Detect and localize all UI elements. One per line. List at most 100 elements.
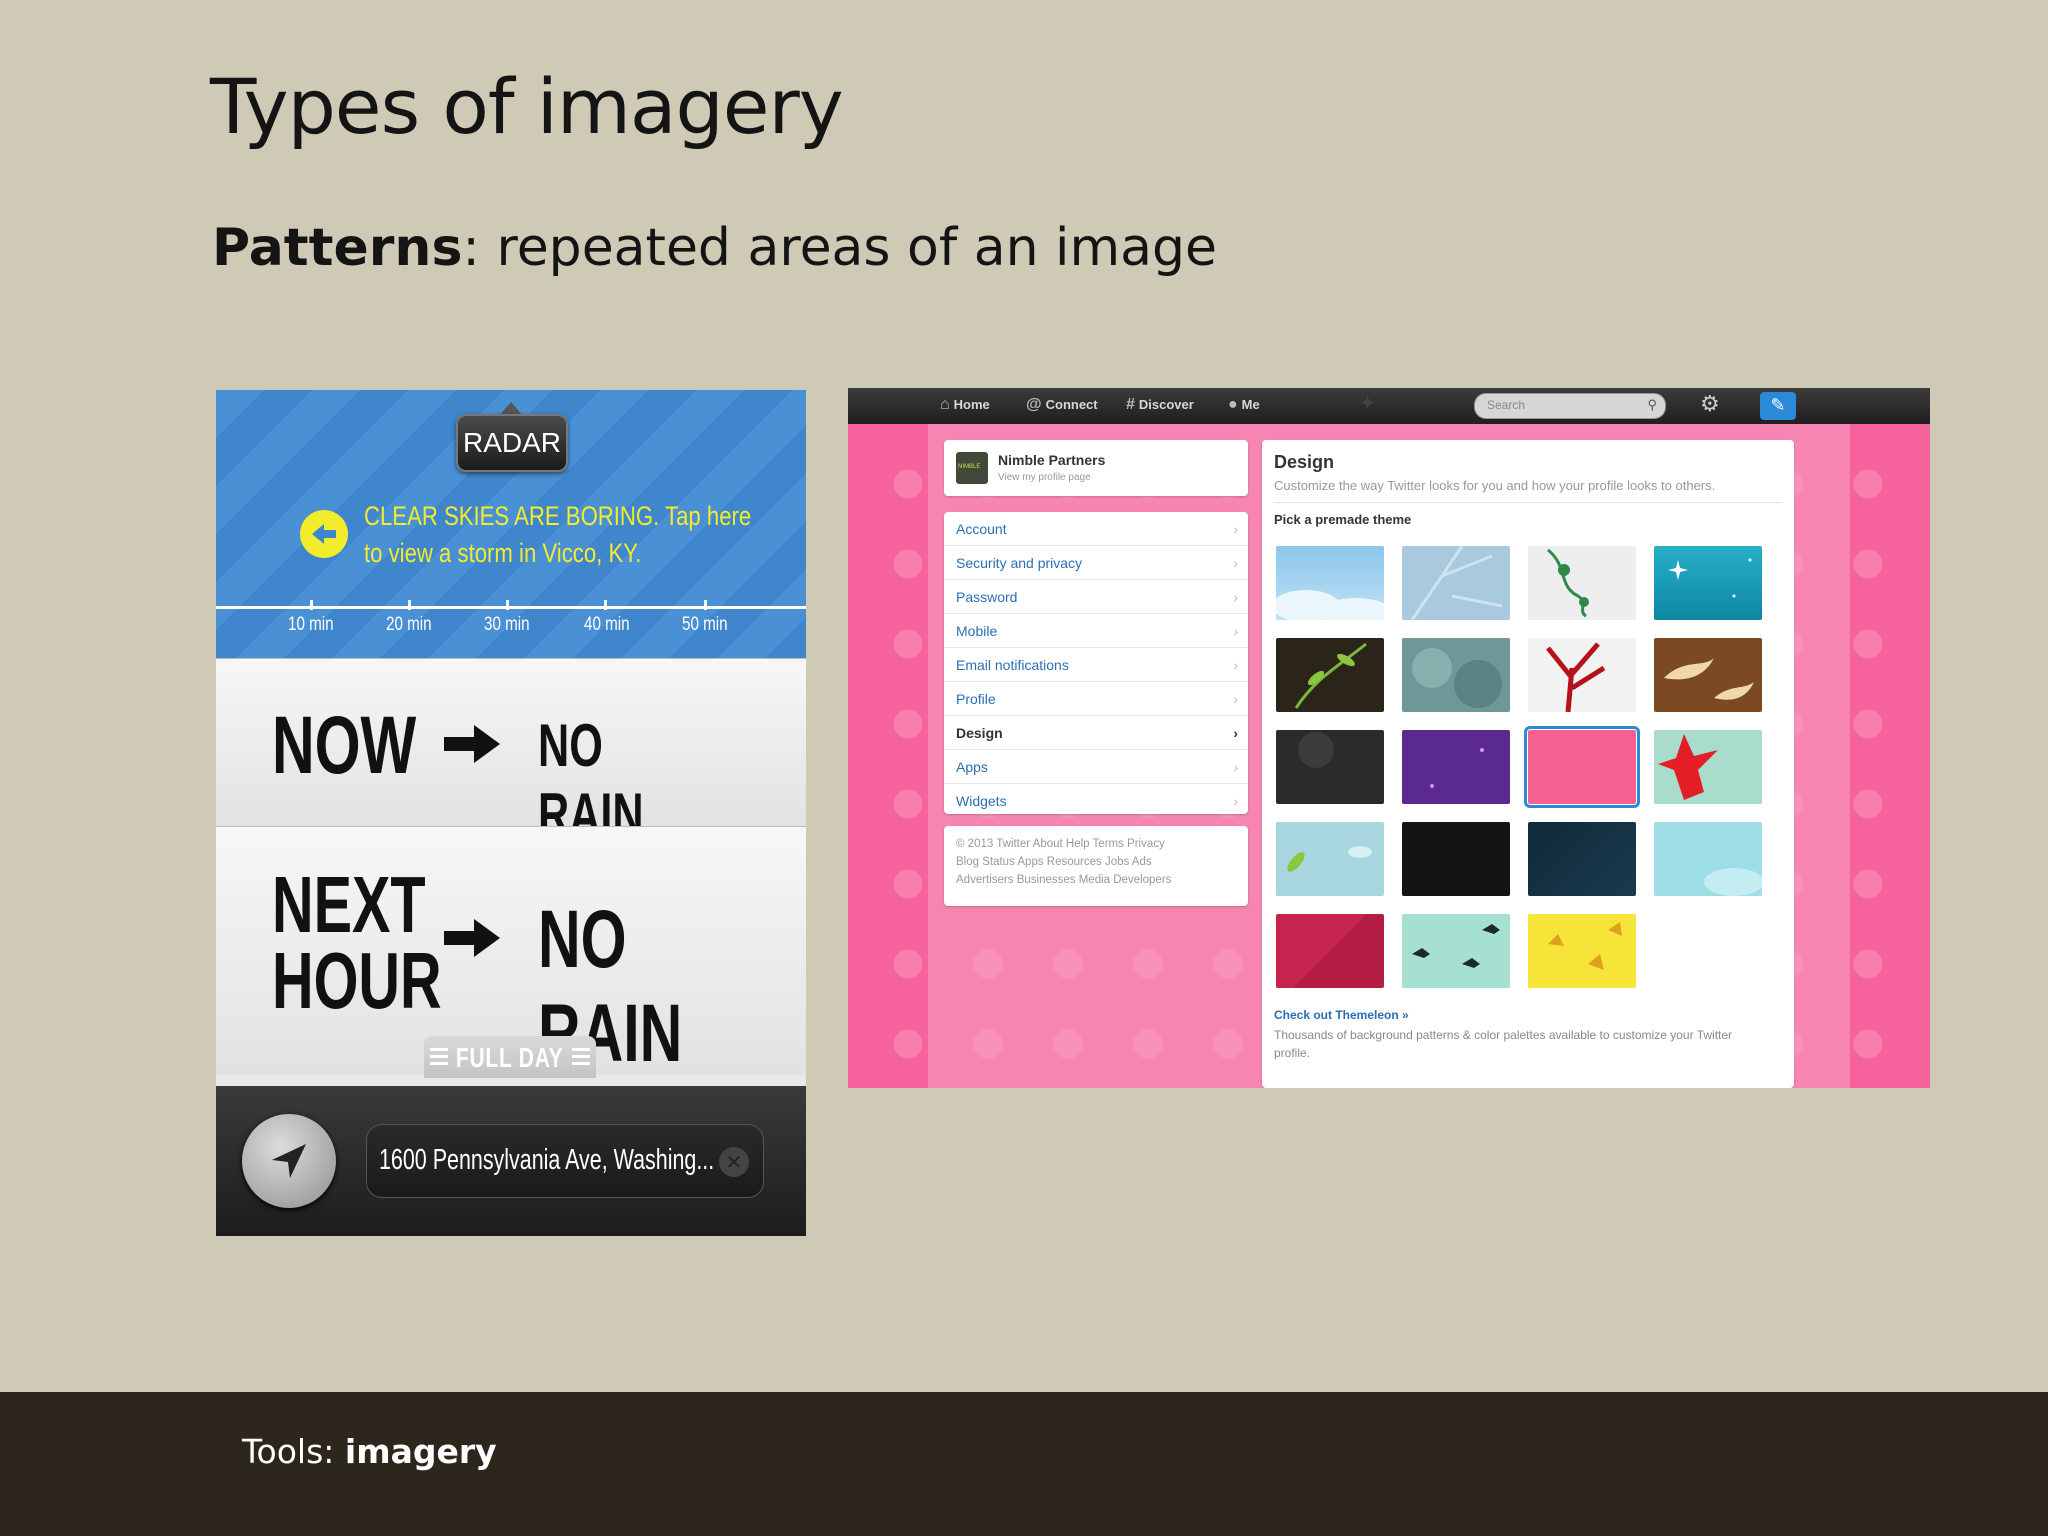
- sparkle-pattern: [1668, 558, 1752, 598]
- theme-swatch-light-clouds[interactable]: [1654, 822, 1762, 896]
- theme-swatch-navy[interactable]: [1528, 822, 1636, 896]
- theme-swatch-foliage[interactable]: [1402, 638, 1510, 712]
- location-button[interactable]: [242, 1114, 336, 1208]
- vine-pattern: [1547, 548, 1589, 618]
- radar-message[interactable]: CLEAR SKIES ARE BORING. Tap here to view…: [364, 498, 774, 572]
- footer-bold: imagery: [344, 1432, 497, 1471]
- radar-button[interactable]: RADAR: [456, 414, 568, 472]
- theme-swatch-black-dots[interactable]: [1402, 822, 1510, 896]
- gear-icon[interactable]: ⚙: [1700, 392, 1720, 417]
- foliage-pattern: [1412, 648, 1502, 708]
- menu-item-password[interactable]: Password ›: [944, 580, 1248, 614]
- nav-home[interactable]: ⌂ Home: [940, 396, 990, 414]
- menu-item-label: Apps: [956, 759, 988, 775]
- nav-connect-label: Connect: [1045, 397, 1098, 412]
- divider: [1274, 502, 1782, 503]
- purple-pattern: [1430, 748, 1484, 788]
- avatar: NIMBLE: [956, 452, 988, 484]
- theme-swatch-purple[interactable]: [1402, 730, 1510, 804]
- menu-item-label: Password: [956, 589, 1018, 605]
- yellow-leaf-pattern: [1548, 922, 1622, 970]
- theme-swatch-dark[interactable]: [1276, 730, 1384, 804]
- hour-label-line: HOUR: [272, 936, 442, 1025]
- footer-prefix: Tools:: [242, 1432, 345, 1471]
- design-description: Customize the way Twitter looks for you …: [1274, 478, 1716, 493]
- theme-swatch-sparkle[interactable]: [1654, 546, 1762, 620]
- next-hour-label: NEXT HOUR: [272, 865, 442, 1021]
- menu-item-label: Account: [956, 521, 1007, 537]
- footer-links-line[interactable]: Advertisers Businesses Media Developers: [956, 874, 1171, 886]
- radar-timeline[interactable]: [216, 606, 806, 609]
- theme-swatch-clouds[interactable]: [1276, 546, 1384, 620]
- footer-links-line[interactable]: Blog Status Apps Resources Jobs Ads: [956, 856, 1152, 868]
- theme-swatch-tree[interactable]: [1402, 546, 1510, 620]
- theme-swatch-vine[interactable]: [1528, 546, 1636, 620]
- right-arrow-icon: [444, 919, 500, 957]
- clear-icon[interactable]: ✕: [719, 1147, 749, 1177]
- menu-item-security[interactable]: Security and privacy ›: [944, 546, 1248, 580]
- menu-item-widgets[interactable]: Widgets ›: [944, 784, 1248, 817]
- nav-connect[interactable]: @ Connect: [1026, 396, 1098, 414]
- twitter-top-nav: ⌂ Home @ Connect # Discover ● Me ✦ Search ⚲ …: [848, 388, 1930, 424]
- themeleon-link[interactable]: Check out Themeleon »: [1274, 1008, 1409, 1022]
- timeline-tick: [408, 600, 411, 610]
- menu-item-design[interactable]: Design ›: [944, 716, 1248, 750]
- menu-item-email[interactable]: Email notifications ›: [944, 648, 1248, 682]
- address-field[interactable]: 1600 Pennsylvania Ave, Washing... ✕: [366, 1124, 764, 1198]
- design-title: Design: [1274, 452, 1335, 472]
- red-plant-pattern: [1546, 642, 1606, 712]
- theme-swatch-leaves[interactable]: [1276, 638, 1384, 712]
- theme-swatch-birds[interactable]: [1654, 638, 1762, 712]
- flying-birds-pattern: [1412, 924, 1500, 968]
- search-placeholder: Search: [1487, 398, 1526, 412]
- settings-menu: Account › Security and privacy › Password ›…: [944, 512, 1248, 814]
- location-bar: 1600 Pennsylvania Ave, Washing... ✕: [216, 1086, 806, 1236]
- menu-item-apps[interactable]: Apps ›: [944, 750, 1248, 784]
- theme-swatch-crimson[interactable]: [1276, 914, 1384, 988]
- dark-pattern: [1298, 732, 1334, 768]
- chevron-right-icon: ›: [1233, 725, 1238, 741]
- menu-item-label: Mobile: [956, 623, 998, 639]
- nav-discover[interactable]: # Discover: [1126, 396, 1194, 414]
- slide-footer: Tools: imagery: [0, 1392, 2048, 1536]
- profile-link[interactable]: View my profile page: [998, 472, 1091, 483]
- theme-swatch-yellow[interactable]: [1528, 914, 1636, 988]
- nav-discover-label: Discover: [1138, 397, 1194, 412]
- profile-card[interactable]: NIMBLE Nimble Partners View my profile p…: [944, 440, 1248, 496]
- menu-item-label: Design: [956, 725, 1003, 741]
- grip-icon: [430, 1048, 448, 1051]
- slide-subtitle: Patterns: repeated areas of an image: [212, 218, 1217, 278]
- chevron-right-icon: ›: [1233, 521, 1238, 537]
- navigation-arrow-icon: [272, 1144, 306, 1178]
- footer-links-line[interactable]: © 2013 Twitter About Help Terms Privacy: [956, 838, 1165, 850]
- menu-item-label: Email notifications: [956, 657, 1069, 673]
- theme-swatch-leaf-sky[interactable]: [1276, 822, 1384, 896]
- theme-swatch-pink-selected[interactable]: [1524, 726, 1640, 808]
- radar-panel[interactable]: RADAR CLEAR SKIES ARE BORING. Tap here t…: [216, 390, 806, 658]
- menu-item-label: Widgets: [956, 793, 1007, 809]
- menu-item-account[interactable]: Account ›: [944, 512, 1248, 546]
- timeline-tick: [506, 600, 509, 610]
- compose-icon[interactable]: ✎: [1760, 392, 1796, 420]
- theme-swatch-red-leaf[interactable]: [1654, 730, 1762, 804]
- back-arrow-icon[interactable]: [300, 510, 348, 558]
- menu-item-mobile[interactable]: Mobile ›: [944, 614, 1248, 648]
- twitter-bird-icon[interactable]: ✦: [1360, 393, 1375, 414]
- search-icon[interactable]: ⚲: [1647, 397, 1657, 413]
- theme-swatch-flying-birds[interactable]: [1402, 914, 1510, 988]
- theme-swatch-red-plant[interactable]: [1528, 638, 1636, 712]
- timeline-tick: [604, 600, 607, 610]
- leaf-sky-pattern: [1287, 846, 1372, 872]
- menu-item-label: Profile: [956, 691, 996, 707]
- menu-item-profile[interactable]: Profile ›: [944, 682, 1248, 716]
- nav-me[interactable]: ● Me: [1228, 396, 1260, 414]
- chevron-right-icon: ›: [1233, 657, 1238, 673]
- chevron-right-icon: ›: [1233, 759, 1238, 775]
- full-day-tab[interactable]: FULL DAY: [424, 1036, 596, 1078]
- grip-icon: [572, 1048, 590, 1051]
- timeline-label: 20 min: [386, 614, 432, 635]
- nav-me-label: Me: [1241, 397, 1260, 412]
- full-day-label: FULL DAY: [456, 1042, 564, 1073]
- search-input[interactable]: Search ⚲: [1474, 393, 1666, 419]
- cloud-pattern: [1276, 590, 1384, 620]
